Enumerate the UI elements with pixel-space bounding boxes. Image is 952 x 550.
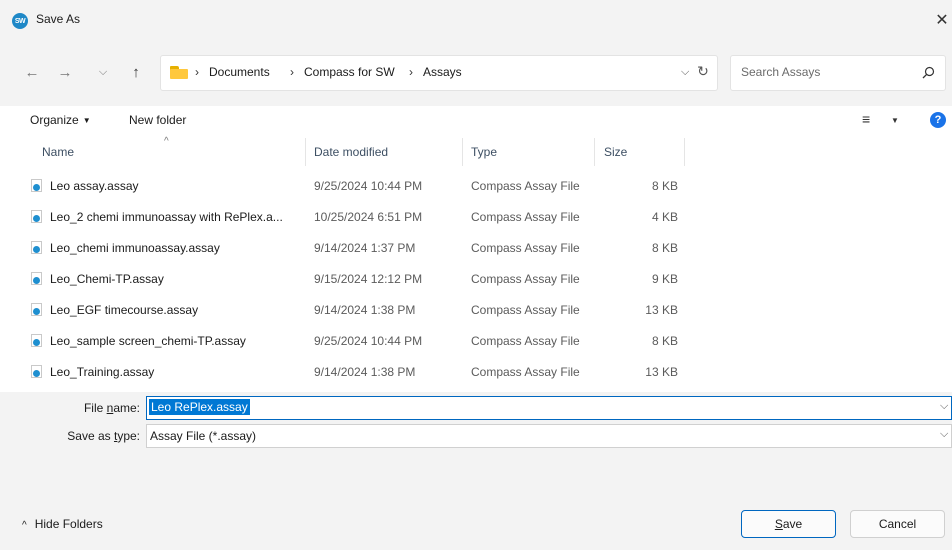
file-name-label: File name: — [83, 401, 140, 415]
file-row[interactable]: Leo_chemi immunoassay.assay 9/14/2024 1:… — [26, 232, 686, 263]
file-date-modified: 9/14/2024 1:38 PM — [314, 365, 416, 379]
up-button[interactable]: ↑ — [125, 61, 147, 83]
file-date-modified: 10/25/2024 6:51 PM — [314, 210, 423, 224]
file-name: Leo_chemi immunoassay.assay — [50, 241, 220, 255]
assay-file-icon — [31, 210, 42, 223]
file-date-modified: 9/14/2024 1:38 PM — [314, 303, 416, 317]
folder-icon — [170, 66, 188, 79]
file-date-modified: 9/25/2024 10:44 PM — [314, 179, 423, 193]
file-type: Compass Assay File — [471, 334, 580, 348]
column-divider[interactable] — [594, 138, 595, 166]
hide-folders-button[interactable]: ^ Hide Folders — [22, 517, 103, 531]
column-header-date-modified[interactable]: Date modified — [314, 145, 388, 159]
file-name: Leo_sample screen_chemi-TP.assay — [50, 334, 246, 348]
sort-ascending-icon: ^ — [164, 136, 169, 147]
title-bar — [0, 0, 952, 40]
window-title: Save As — [36, 12, 81, 26]
breadcrumb-compass-for-sw[interactable]: Compass for SW — [304, 65, 395, 79]
chevron-down-icon: ⌵ — [98, 65, 108, 78]
file-name: Leo_Training.assay — [50, 365, 155, 379]
refresh-button[interactable]: ↻ — [692, 60, 714, 82]
file-name: Leo assay.assay — [50, 179, 139, 193]
address-dropdown-icon[interactable]: ⌵ — [681, 66, 689, 79]
file-row[interactable]: Leo_Chemi-TP.assay 9/15/2024 12:12 PM Co… — [26, 263, 686, 294]
file-size: 13 KB — [645, 303, 678, 317]
file-type: Compass Assay File — [471, 272, 580, 286]
file-size: 13 KB — [645, 365, 678, 379]
breadcrumb-separator: › — [409, 65, 413, 79]
breadcrumb-documents[interactable]: Documents — [209, 65, 270, 79]
up-arrow-icon: ↑ — [132, 63, 140, 81]
close-icon: ✕ — [935, 12, 949, 29]
chevron-down-icon[interactable]: ⌵ — [940, 400, 948, 413]
close-button[interactable]: ✕ — [932, 8, 952, 32]
save-button[interactable]: Save — [741, 510, 836, 538]
organize-button[interactable]: Organize ▼ — [30, 113, 91, 127]
app-icon: SW — [12, 13, 28, 29]
file-date-modified: 9/14/2024 1:37 PM — [314, 241, 416, 255]
search-placeholder: Search Assays — [741, 65, 821, 79]
file-name: Leo_EGF timecourse.assay — [50, 303, 199, 317]
new-folder-button[interactable]: New folder — [129, 113, 186, 127]
column-header-type[interactable]: Type — [471, 145, 497, 159]
column-header-size[interactable]: Size — [604, 145, 627, 159]
caret-down-icon[interactable]: ▼ — [891, 116, 899, 125]
assay-file-icon — [31, 365, 42, 378]
chevron-down-icon[interactable]: ⌵ — [940, 428, 948, 441]
help-icon[interactable]: ? — [930, 112, 946, 128]
file-size: 8 KB — [651, 241, 678, 255]
back-button[interactable]: ← — [21, 61, 43, 83]
save-as-type-label: Save as type: — [67, 429, 140, 443]
file-size: 8 KB — [651, 334, 678, 348]
back-arrow-icon: ← — [24, 63, 40, 81]
assay-file-icon — [31, 179, 42, 192]
file-date-modified: 9/25/2024 10:44 PM — [314, 334, 423, 348]
search-icon[interactable] — [918, 63, 938, 83]
file-row[interactable]: Leo_EGF timecourse.assay 9/14/2024 1:38 … — [26, 294, 686, 325]
file-name-value[interactable]: Leo RePlex.assay — [149, 399, 250, 415]
file-type: Compass Assay File — [471, 179, 580, 193]
file-type: Compass Assay File — [471, 365, 580, 379]
breadcrumb-separator: › — [290, 65, 294, 79]
file-name-input[interactable] — [146, 396, 952, 420]
forward-button[interactable]: → — [54, 61, 76, 83]
organize-label: Organize — [30, 113, 79, 127]
assay-file-icon — [31, 272, 42, 285]
save-as-type-select[interactable] — [146, 424, 952, 448]
column-divider[interactable] — [462, 138, 463, 166]
assay-file-icon — [31, 334, 42, 347]
cancel-button[interactable]: Cancel — [850, 510, 945, 538]
file-date-modified: 9/15/2024 12:12 PM — [314, 272, 423, 286]
file-name: Leo_Chemi-TP.assay — [50, 272, 164, 286]
file-row[interactable]: Leo_2 chemi immunoassay with RePlex.a...… — [26, 201, 686, 232]
column-divider[interactable] — [305, 138, 306, 166]
refresh-icon: ↻ — [697, 62, 709, 79]
assay-file-icon — [31, 303, 42, 316]
forward-arrow-icon: → — [57, 63, 73, 81]
column-divider[interactable] — [684, 138, 685, 166]
file-size: 4 KB — [651, 210, 678, 224]
assay-file-icon — [31, 241, 42, 254]
file-type: Compass Assay File — [471, 210, 580, 224]
hide-folders-label: Hide Folders — [34, 517, 103, 531]
recent-locations-button[interactable]: ⌵ — [92, 61, 114, 83]
file-name: Leo_2 chemi immunoassay with RePlex.a... — [50, 210, 283, 224]
file-size: 8 KB — [651, 179, 678, 193]
file-row[interactable]: Leo_sample screen_chemi-TP.assay 9/25/20… — [26, 325, 686, 356]
caret-down-icon: ▼ — [82, 116, 91, 125]
chevron-up-icon: ^ — [22, 520, 27, 531]
view-menu-icon[interactable]: ≡ — [862, 111, 870, 127]
breadcrumb-assays[interactable]: Assays — [423, 65, 462, 79]
file-row[interactable]: Leo assay.assay 9/25/2024 10:44 PM Compa… — [26, 170, 686, 201]
breadcrumb-separator: › — [195, 65, 199, 79]
file-type: Compass Assay File — [471, 241, 580, 255]
file-row[interactable]: Leo_Training.assay 9/14/2024 1:38 PM Com… — [26, 356, 686, 387]
column-header-name[interactable]: Name — [42, 145, 74, 159]
file-type: Compass Assay File — [471, 303, 580, 317]
file-size: 9 KB — [651, 272, 678, 286]
save-as-type-value: Assay File (*.assay) — [150, 429, 257, 443]
